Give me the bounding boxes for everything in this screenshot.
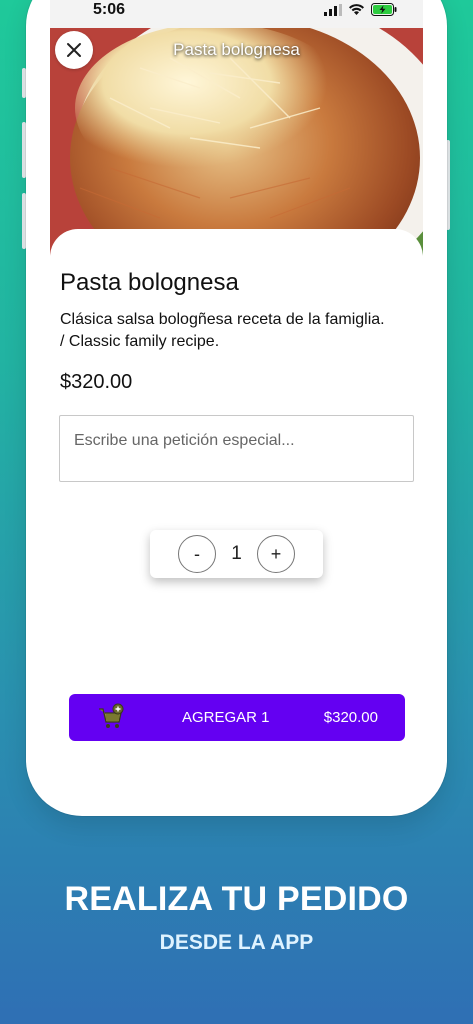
dish-description: Clásica salsa bologñesa receta de la fam… [60, 311, 385, 350]
status-icons [324, 3, 397, 21]
quantity-value: 1 [231, 543, 242, 564]
add-button-total: $320.00 [323, 709, 378, 726]
hero-title: Pasta bolognesa [173, 40, 300, 59]
special-request-input[interactable] [59, 415, 414, 482]
dish-price: $320.00 [60, 371, 133, 393]
app-screen: 5:06 Pasta bolognesa Pasta bolognesa Clá… [50, 0, 423, 795]
battery-charging-icon [371, 3, 397, 21]
decrease-quantity-button[interactable]: - [178, 535, 216, 573]
quantity-stepper: - 1 + [150, 530, 323, 578]
status-time: 5:06 [93, 1, 126, 18]
wifi-icon [348, 3, 365, 21]
close-button[interactable] [55, 31, 93, 69]
add-to-order-button[interactable]: AGREGAR 1 $320.00 [69, 694, 405, 741]
dish-hero-image: Pasta bolognesa [50, 28, 423, 256]
pasta-photo [50, 28, 423, 256]
close-icon [66, 42, 82, 58]
status-bar: 5:06 [50, 0, 423, 28]
promo-title: REALIZA TU PEDIDO [64, 880, 409, 918]
promo-subtitle: DESDE LA APP [159, 931, 314, 954]
increase-quantity-button[interactable]: + [256, 535, 295, 573]
signal-icon [324, 3, 342, 21]
dish-name: Pasta bolognesa [60, 269, 239, 296]
dish-detail-card: Pasta bolognesa Clásica salsa bologñesa … [50, 229, 423, 795]
add-button-label: AGREGAR 1 [182, 709, 270, 726]
add-to-cart-icon [97, 703, 125, 735]
